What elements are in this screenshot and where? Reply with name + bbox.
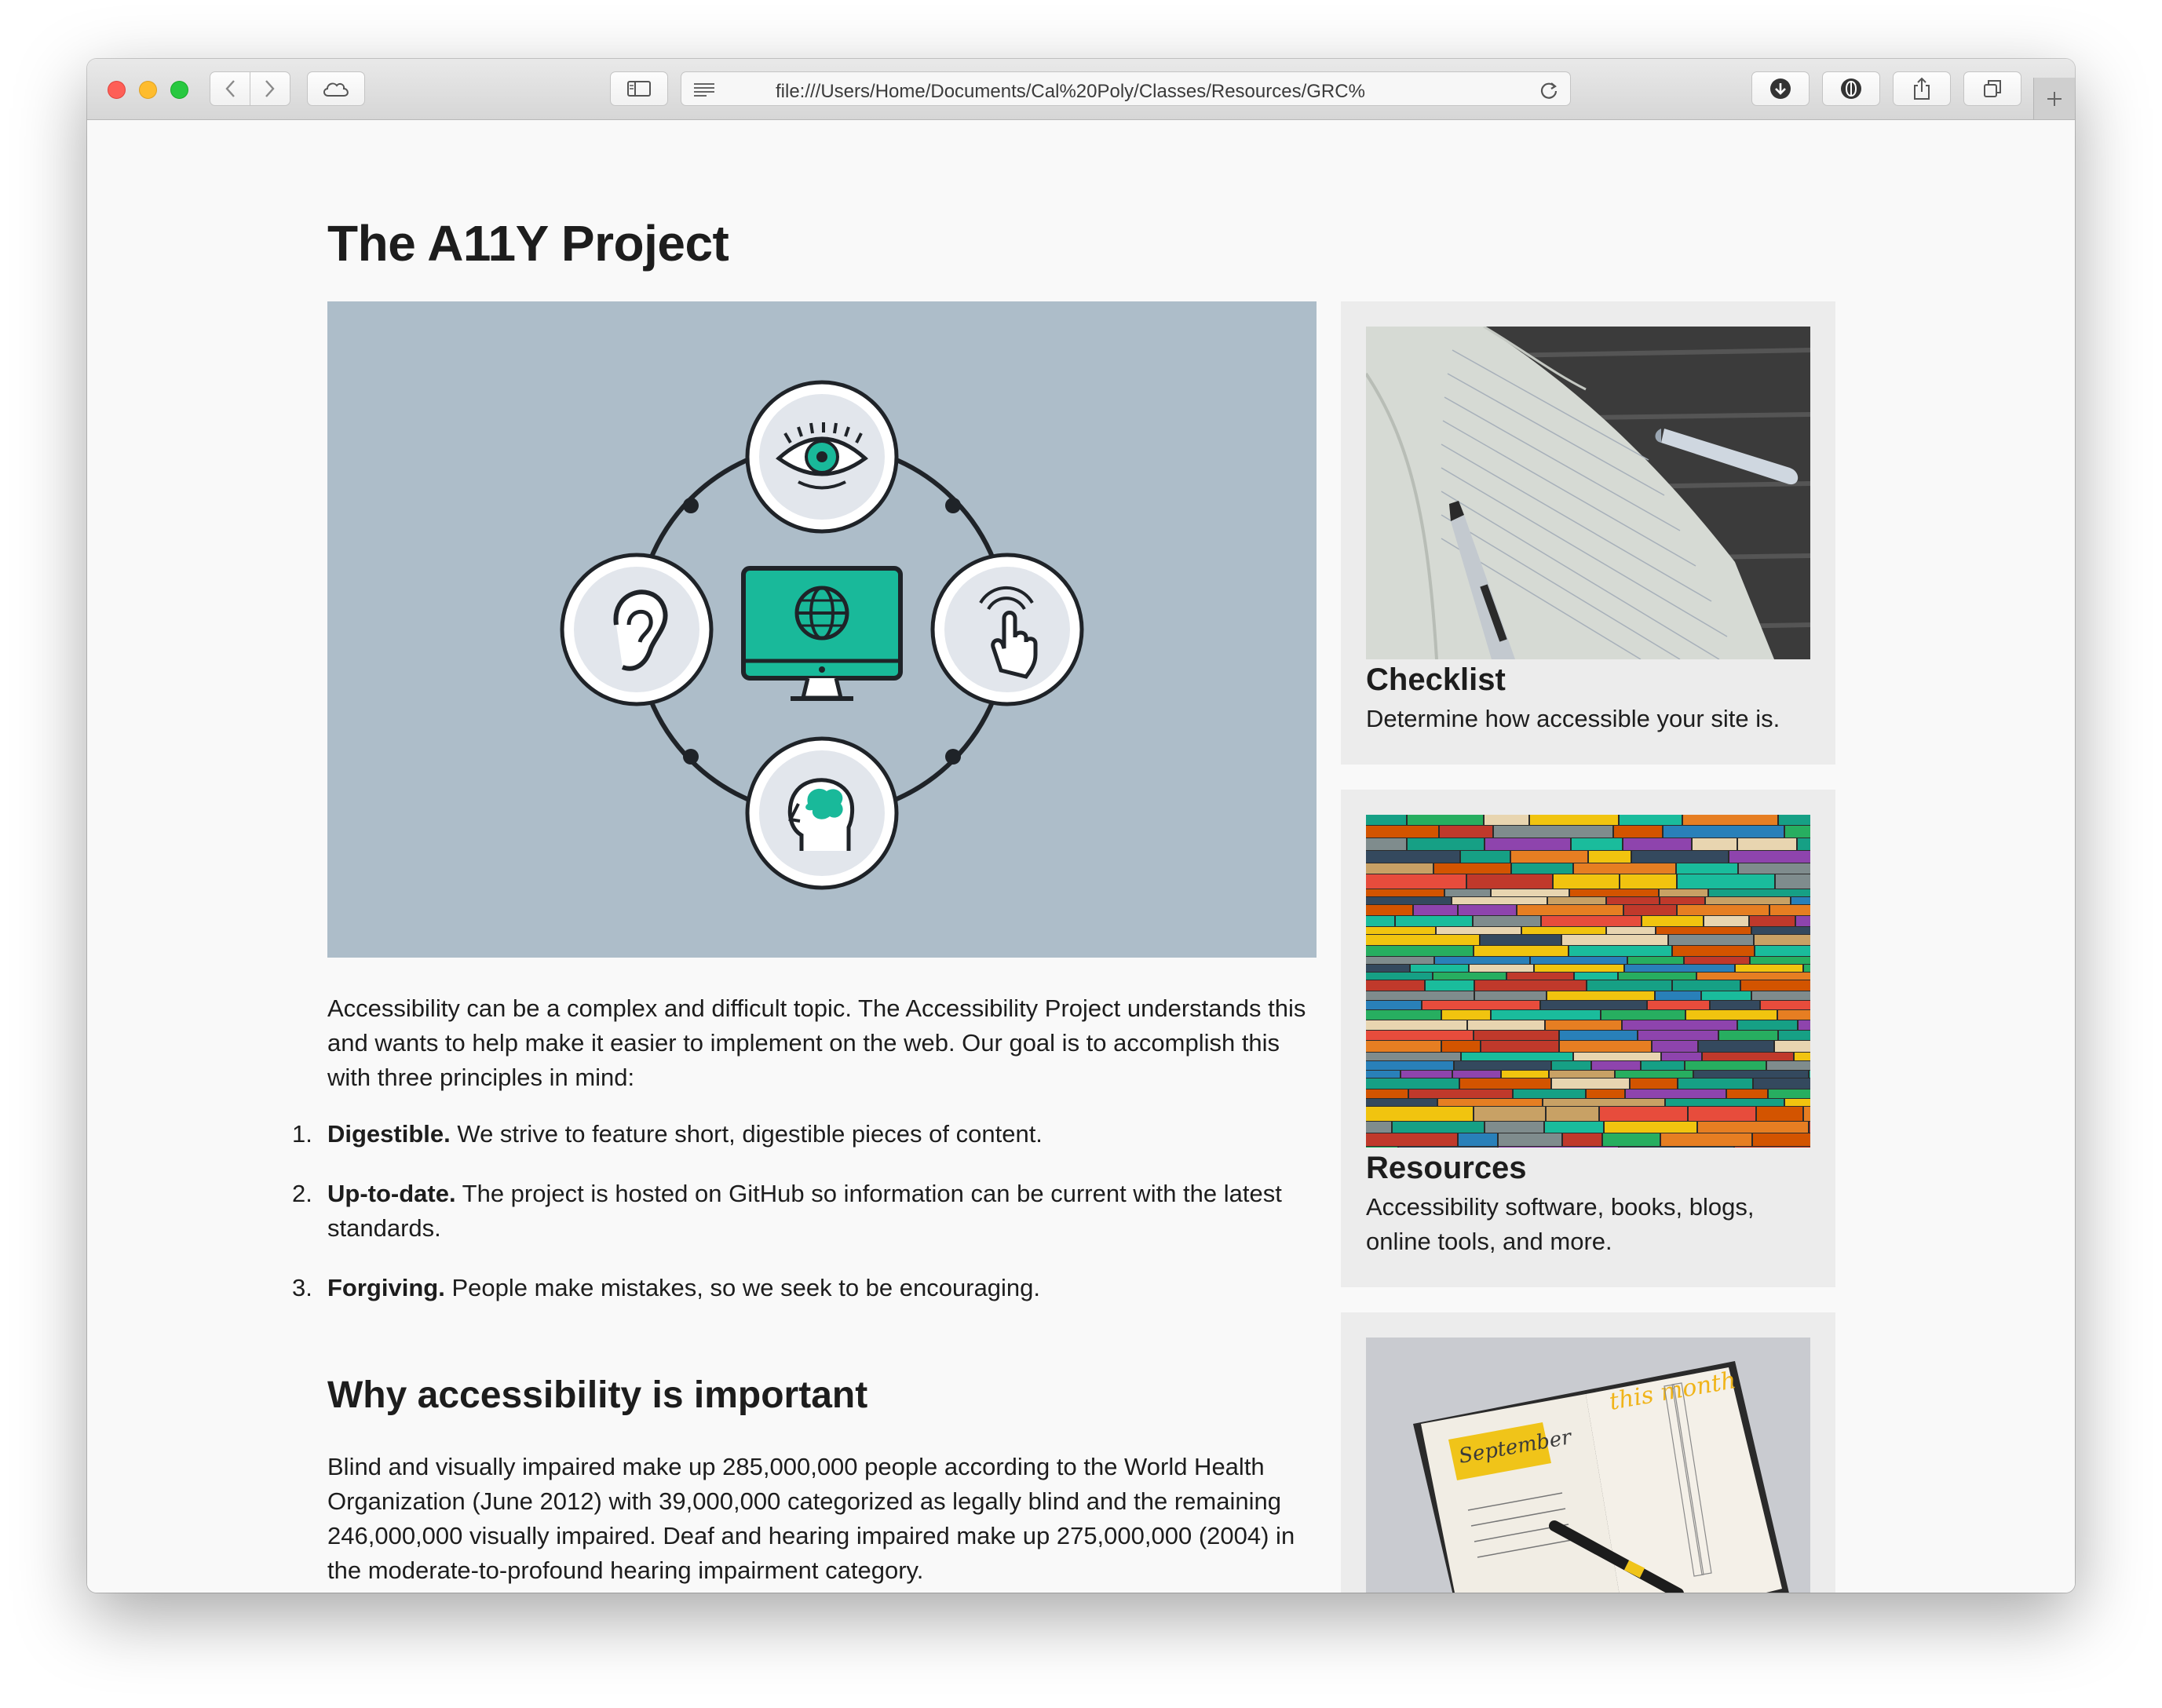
principle-text: People make mistakes, so we seek to be e…: [444, 1274, 1041, 1301]
principle-name: Up-to-date.: [327, 1180, 456, 1207]
list-item: 1. Digestible. We strive to feature short…: [292, 1117, 1324, 1151]
back-button[interactable]: [210, 71, 250, 106]
extension-button[interactable]: [1822, 71, 1880, 106]
tabs-icon: [1984, 80, 2001, 97]
list-item: 3. Forgiving. People make mistakes, so we…: [292, 1271, 1324, 1305]
principles-list: 1. Digestible. We strive to feature short…: [292, 1117, 1324, 1330]
browser-toolbar: file:///Users/Home/Documents/Cal%20Poly/…: [87, 59, 2075, 120]
downloads-button[interactable]: [1751, 71, 1810, 106]
cloud-icon: [323, 82, 349, 97]
url-text: file:///Users/Home/Documents/Cal%20Poly/…: [776, 81, 1365, 102]
share-button[interactable]: [1893, 71, 1951, 106]
principle-text: The project is hosted on GitHub so infor…: [327, 1180, 1282, 1242]
tab-overview-button[interactable]: [1963, 71, 2021, 106]
checklist-card[interactable]: Checklist Determine how accessible your …: [1341, 301, 1835, 765]
sidebar-icon: [627, 81, 651, 97]
books-stack-photo: [1366, 815, 1810, 1148]
notebook-pen-photo: [1366, 327, 1810, 659]
minimize-window-button[interactable]: [139, 81, 157, 99]
card-title: Checklist: [1366, 662, 1506, 697]
globe-monitor-icon: [741, 566, 903, 701]
hero-illustration: [327, 301, 1317, 958]
planner-card[interactable]: September this month: [1341, 1312, 1835, 1593]
address-bar[interactable]: file:///Users/Home/Documents/Cal%20Poly/…: [681, 71, 1571, 106]
list-number: 1.: [292, 1120, 312, 1148]
icloud-tabs-button[interactable]: [307, 71, 365, 106]
close-window-button[interactable]: [108, 81, 126, 99]
page-content: The A11Y Project Accessibility can be a …: [87, 120, 2075, 1593]
list-number: 2.: [292, 1180, 312, 1207]
ear-icon: [560, 553, 714, 706]
download-icon: [1770, 78, 1791, 99]
planner-photo: September this month: [1366, 1338, 1810, 1593]
list-item: 2. Up-to-date. The project is hosted on G…: [292, 1177, 1324, 1246]
list-number: 3.: [292, 1274, 312, 1301]
share-icon: [1914, 77, 1930, 100]
touch-hand-icon: [930, 553, 1084, 706]
eye-icon: [745, 380, 899, 534]
principle-name: Digestible.: [327, 1120, 451, 1148]
sidebar-toggle-button[interactable]: [610, 71, 668, 106]
brain-head-icon: [745, 736, 899, 890]
page-title: The A11Y Project: [327, 215, 729, 272]
principle-text: We strive to feature short, digestible p…: [450, 1120, 1043, 1148]
forward-button[interactable]: [250, 71, 290, 106]
reader-view-icon: [694, 83, 714, 97]
card-title: Resources: [1366, 1151, 1527, 1185]
principle-name: Forgiving.: [327, 1274, 445, 1301]
chevron-right-icon: [265, 80, 275, 97]
zoom-window-button[interactable]: [170, 81, 188, 99]
why-paragraph: Blind and visually impaired make up 285,…: [327, 1453, 1295, 1584]
card-description: Accessibility software, books, blogs, on…: [1366, 1193, 1755, 1255]
accessibility-illustration: [560, 380, 1084, 890]
shield-icon: [1841, 78, 1861, 99]
why-heading: Why accessibility is important: [327, 1374, 868, 1416]
chevron-left-icon: [225, 80, 235, 97]
plus-icon: [2047, 91, 2062, 106]
intro-paragraph: Accessibility can be a complex and diffi…: [327, 995, 1306, 1091]
reload-icon[interactable]: [1539, 80, 1559, 100]
new-tab-button[interactable]: [2033, 78, 2075, 119]
resources-card[interactable]: Resources Accessibility software, books,…: [1341, 790, 1835, 1287]
card-description: Determine how accessible your site is.: [1366, 705, 1780, 732]
browser-window: file:///Users/Home/Documents/Cal%20Poly/…: [87, 59, 2075, 1593]
